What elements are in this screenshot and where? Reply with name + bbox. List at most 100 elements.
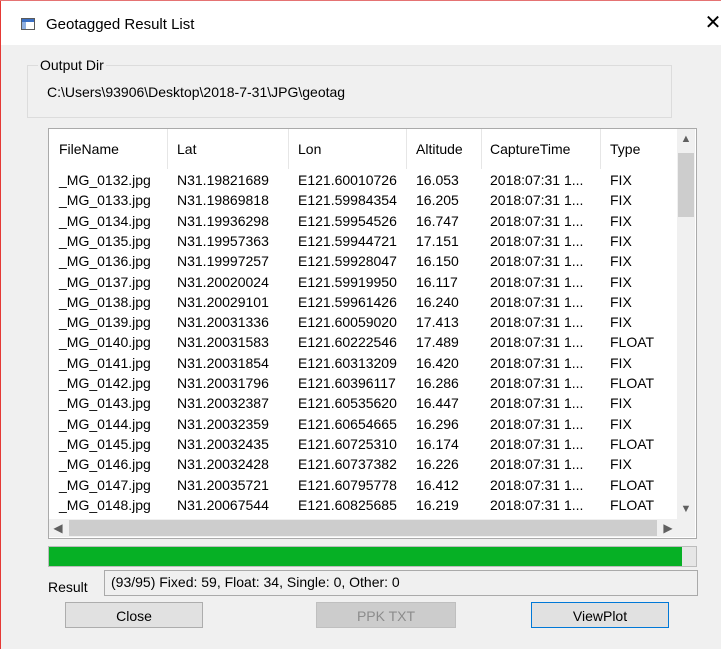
cell-lat: N31.20031336	[177, 314, 269, 331]
cell-lon: E121.59944721	[298, 232, 397, 249]
cell-altitude: 16.205	[416, 192, 459, 209]
scrollbar-corner	[677, 519, 695, 537]
column-divider[interactable]	[288, 129, 289, 169]
cell-altitude: 16.053	[416, 172, 459, 188]
cell-altitude: 16.174	[416, 435, 459, 452]
output-dir-path: C:\Users\93906\Desktop\2018-7-31\JPG\geo…	[47, 84, 346, 100]
output-dir-legend: Output Dir	[38, 57, 106, 73]
scroll-left-icon[interactable]: ◀	[49, 519, 67, 537]
cell-altitude: 16.447	[416, 395, 459, 412]
cell-type: FLOAT	[610, 435, 655, 452]
cell-type: FIX	[610, 232, 632, 249]
horizontal-scroll-thumb[interactable]	[69, 520, 657, 536]
cell-capturetime: 2018:07:31 1...	[490, 395, 584, 412]
cell-lon: E121.59984354	[298, 192, 397, 209]
cell-capturetime: 2018:07:31 1...	[490, 253, 584, 270]
cell-lat: N31.19957363	[177, 232, 269, 249]
table-row[interactable]: _MG_0143.jpg N31.20032387 E121.60535620 16.…	[49, 393, 677, 413]
cell-lat: N31.20031583	[177, 334, 269, 351]
column-header-filename[interactable]: FileName	[59, 129, 119, 169]
cell-type: FIX	[610, 212, 632, 229]
horizontal-scrollbar[interactable]: ◀ ▶	[49, 519, 677, 537]
table-row[interactable]: _MG_0146.jpg N31.20032428 E121.60737382 16.…	[49, 454, 677, 474]
table-row[interactable]: _MG_0139.jpg N31.20031336 E121.60059020 17.…	[49, 312, 677, 332]
table-row[interactable]: _MG_0141.jpg N31.20031854 E121.60313209 16.…	[49, 353, 677, 373]
cell-altitude: 16.420	[416, 354, 459, 371]
cell-type: FIX	[610, 415, 632, 432]
table-row[interactable]: _MG_0140.jpg N31.20031583 E121.60222546 17.…	[49, 332, 677, 352]
column-header-lat[interactable]: Lat	[177, 129, 196, 169]
app-window-icon	[21, 18, 35, 30]
cell-type: FIX	[610, 192, 632, 209]
cell-lon: E121.60825685	[298, 496, 397, 513]
cell-lon: E121.60059020	[298, 314, 397, 331]
table-row[interactable]: _MG_0148.jpg N31.20067544 E121.60825685 16.…	[49, 495, 677, 515]
window-left-edge	[0, 0, 1, 649]
cell-filename: _MG_0139.jpg	[59, 314, 151, 331]
table-row[interactable]: _MG_0147.jpg N31.20035721 E121.60795778 16.…	[49, 475, 677, 495]
cell-altitude: 16.219	[416, 496, 459, 513]
cell-filename: _MG_0132.jpg	[59, 172, 151, 188]
view-plot-button[interactable]: ViewPlot	[531, 602, 669, 628]
cell-lat: N31.19997257	[177, 253, 269, 270]
table-row[interactable]: _MG_0135.jpg N31.19957363 E121.59944721 17.…	[49, 231, 677, 251]
vertical-scrollbar[interactable]: ▲ ▼	[677, 129, 695, 519]
cell-type: FIX	[610, 253, 632, 270]
ppk-txt-button[interactable]: PPK TXT	[316, 602, 456, 628]
cell-altitude: 17.151	[416, 232, 459, 249]
column-header-altitude[interactable]: Altitude	[416, 129, 463, 169]
cell-type: FIX	[610, 293, 632, 310]
scroll-up-icon[interactable]: ▲	[677, 129, 695, 149]
result-table[interactable]: FileName Lat Lon Altitude CaptureTime Ty…	[48, 128, 697, 539]
table-row[interactable]: _MG_0136.jpg N31.19997257 E121.59928047 16.…	[49, 251, 677, 271]
scroll-right-icon[interactable]: ▶	[659, 519, 677, 537]
cell-capturetime: 2018:07:31 1...	[490, 354, 584, 371]
column-divider[interactable]	[600, 129, 601, 169]
cell-lon: E121.60313209	[298, 354, 397, 371]
cell-altitude: 16.240	[416, 293, 459, 310]
cell-capturetime: 2018:07:31 1...	[490, 232, 584, 249]
table-row[interactable]: _MG_0138.jpg N31.20029101 E121.59961426 16.…	[49, 292, 677, 312]
cell-filename: _MG_0140.jpg	[59, 334, 151, 351]
table-row[interactable]: _MG_0133.jpg N31.19869818 E121.59984354 16.…	[49, 190, 677, 210]
cell-lon: E121.60396117	[298, 375, 396, 391]
column-divider[interactable]	[481, 129, 482, 169]
cell-capturetime: 2018:07:31 1...	[490, 375, 584, 391]
cell-filename: _MG_0135.jpg	[59, 232, 151, 249]
table-row[interactable]: _MG_0134.jpg N31.19936298 E121.59954526 16.…	[49, 211, 677, 231]
table-row[interactable]: _MG_0132.jpg N31.19821689 E121.60010726 16.…	[49, 170, 677, 190]
cell-lat: N31.20035721	[177, 476, 269, 493]
table-row[interactable]: _MG_0142.jpg N31.20031796 E121.60396117 16.…	[49, 373, 677, 393]
cell-lat: N31.20031796	[177, 375, 269, 391]
cell-lat: N31.20032387	[177, 395, 269, 412]
cell-altitude: 17.413	[416, 314, 459, 331]
cell-filename: _MG_0147.jpg	[59, 476, 151, 493]
close-icon[interactable]: ✕	[703, 11, 721, 35]
column-divider[interactable]	[406, 129, 407, 169]
table-row[interactable]: _MG_0145.jpg N31.20032435 E121.60725310 16.…	[49, 434, 677, 454]
cell-capturetime: 2018:07:31 1...	[490, 192, 584, 209]
column-header-type[interactable]: Type	[610, 129, 640, 169]
vertical-scroll-thumb[interactable]	[678, 153, 694, 217]
column-divider[interactable]	[167, 129, 168, 169]
cell-lat: N31.20067544	[177, 496, 269, 513]
cell-lat: N31.20032435	[177, 435, 269, 452]
column-header-capturetime[interactable]: CaptureTime	[490, 129, 570, 169]
cell-filename: _MG_0134.jpg	[59, 212, 151, 229]
scroll-down-icon[interactable]: ▼	[677, 499, 695, 519]
cell-type: FIX	[610, 314, 632, 331]
cell-capturetime: 2018:07:31 1...	[490, 496, 584, 513]
cell-altitude: 16.286	[416, 375, 459, 391]
cell-lat: N31.20031854	[177, 354, 269, 371]
cell-capturetime: 2018:07:31 1...	[490, 212, 584, 229]
close-button[interactable]: Close	[65, 602, 203, 628]
table-row[interactable]: _MG_0137.jpg N31.20020024 E121.59919950 16.…	[49, 272, 677, 292]
table-row[interactable]: _MG_0144.jpg N31.20032359 E121.60654665 16.…	[49, 414, 677, 434]
column-header-lon[interactable]: Lon	[298, 129, 321, 169]
cell-filename: _MG_0133.jpg	[59, 192, 151, 209]
window-top-edge	[0, 0, 721, 1]
cell-type: FLOAT	[610, 334, 655, 351]
cell-capturetime: 2018:07:31 1...	[490, 334, 584, 351]
cell-lon: E121.60725310	[298, 435, 397, 452]
cell-lat: N31.19936298	[177, 212, 269, 229]
